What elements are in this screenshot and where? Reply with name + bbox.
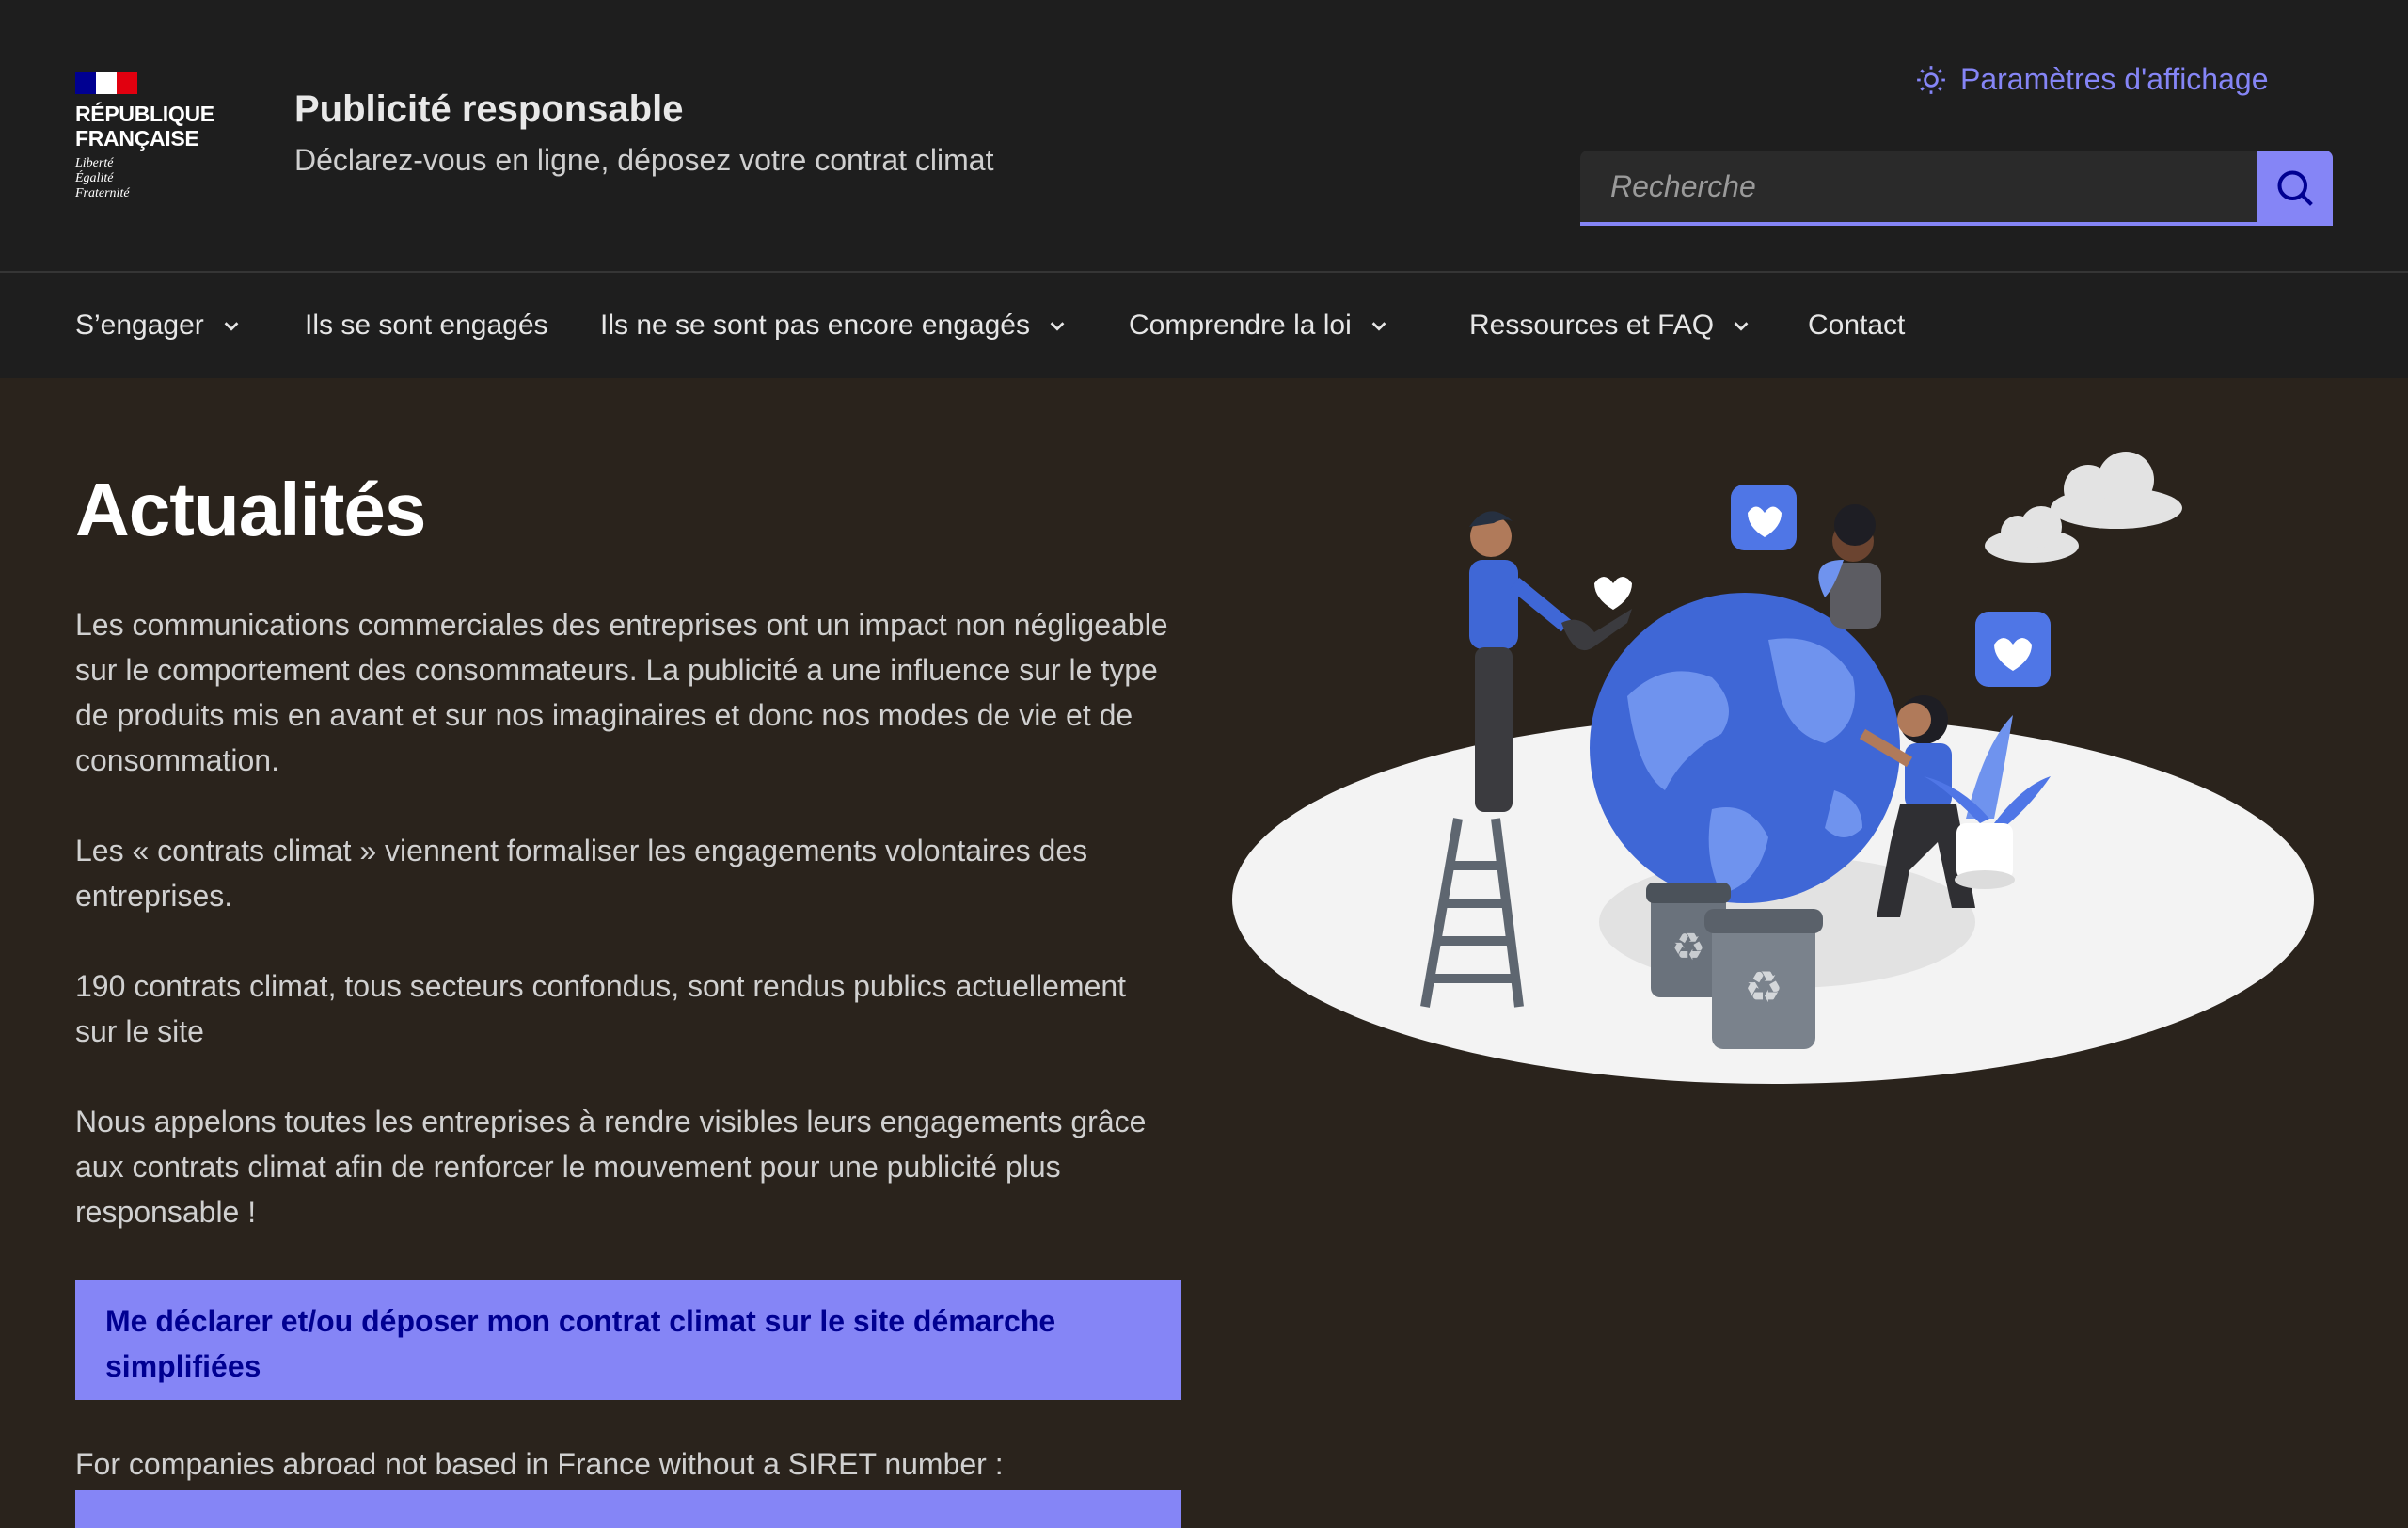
logo-title: RÉPUBLIQUE FRANÇAISE (75, 102, 214, 151)
sun-icon (1917, 65, 1945, 94)
page-title: Actualités (75, 468, 426, 551)
site-header: RÉPUBLIQUE FRANÇAISE Liberté Égalité Fra… (0, 0, 2408, 271)
republique-francaise-logo[interactable]: RÉPUBLIQUE FRANÇAISE Liberté Égalité Fra… (75, 72, 226, 201)
nav-item-label: S’engager (75, 310, 204, 341)
call-to-action-paragraph: Nous appelons toutes les entreprises à r… (75, 1105, 1147, 1229)
nav-item-label: Ils se sont engagés (305, 310, 548, 341)
search-bar (1580, 151, 2333, 226)
site-tagline: Déclarez-vous en ligne, déposez votre co… (294, 143, 994, 177)
chevron-down-icon (1734, 322, 1749, 331)
contrats-climat-paragraph: Les « contrats climat » viennent formali… (75, 834, 1088, 913)
nav-item-comprendre-la-loi[interactable]: Comprendre la loi (1129, 273, 1389, 378)
globe-icon (1590, 593, 1900, 903)
heart-bubble-icon (1594, 577, 1632, 610)
display-settings-label: Paramètres d'affichage (1960, 62, 2269, 96)
chevron-down-icon (224, 322, 239, 331)
search-button[interactable] (2258, 151, 2333, 226)
person-holding-plant-icon (1818, 504, 1881, 629)
site-title[interactable]: Publicité responsable (294, 88, 683, 131)
chevron-down-icon (1371, 322, 1386, 331)
climate-illustration: ♻ ♻ (1232, 452, 2314, 1084)
recycling-bin-icon: ♻ (1704, 909, 1823, 1049)
abroad-companies-button[interactable] (75, 1490, 1181, 1528)
heart-bubble-icon (1731, 485, 1797, 550)
chevron-down-icon (1050, 322, 1065, 331)
display-settings-button[interactable]: Paramètres d'affichage (1915, 62, 2268, 97)
abroad-companies-text: For companies abroad not based in France… (75, 1447, 1004, 1481)
marianne-flag-icon (75, 72, 137, 94)
nav-item-label: Ils ne se sont pas encore engagés (600, 310, 1030, 341)
nav-item-label: Ressources et FAQ (1469, 310, 1715, 341)
heart-bubble-icon (1975, 612, 2051, 687)
nav-item-ils-ne-se-sont-pas-encore-engages[interactable]: Ils ne se sont pas encore engagés (600, 273, 1068, 378)
intro-paragraph: Les communications commerciales des entr… (75, 608, 1168, 777)
declare-contract-button[interactable]: Me déclarer et/ou déposer mon contrat cl… (75, 1280, 1181, 1400)
nav-item-ils-se-sont-engages[interactable]: Ils se sont engagés (305, 273, 548, 378)
svg-text:♻: ♻ (1744, 962, 1782, 1012)
nav-item-contact[interactable]: Contact (1808, 273, 1905, 378)
svg-text:♻: ♻ (1671, 926, 1705, 969)
cloud-icon (1985, 452, 2182, 563)
logo-motto: Liberté Égalité Fraternité (75, 156, 130, 200)
nav-item-label: Contact (1808, 310, 1906, 341)
nav-item-label: Comprendre la loi (1129, 310, 1352, 341)
contracts-count-paragraph: 190 contrats climat, tous secteurs confo… (75, 969, 1127, 1048)
search-input[interactable] (1580, 151, 2258, 226)
nav-item-ressources-et-faq[interactable]: Ressources et FAQ (1469, 273, 1751, 378)
main-navigation: S’engager Ils se sont engagés Ils ne se … (0, 271, 2408, 378)
nav-item-sengager[interactable]: S’engager (75, 273, 242, 378)
search-icon (2277, 170, 2313, 206)
